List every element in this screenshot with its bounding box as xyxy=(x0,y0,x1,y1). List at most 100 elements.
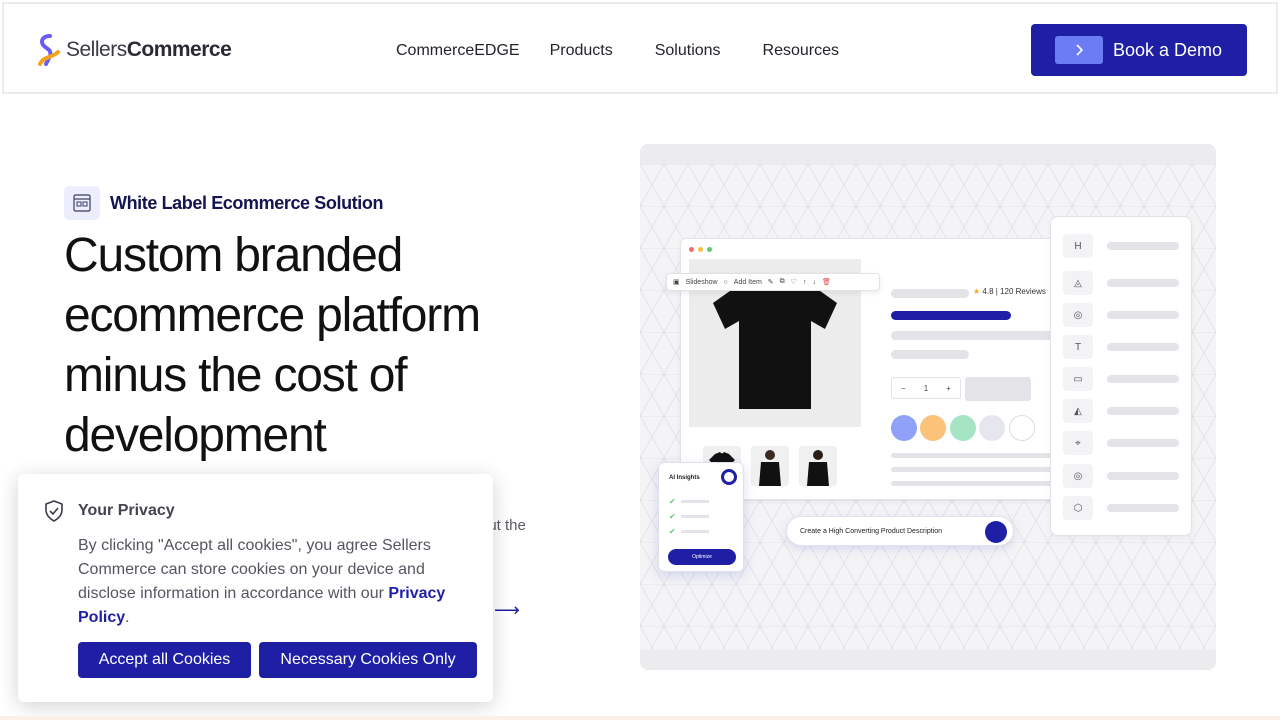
gallery-icon: ◎ xyxy=(1063,464,1093,488)
logo-text: SellersCommerce xyxy=(66,38,232,61)
storefront-icon xyxy=(64,186,100,220)
nav-resources[interactable]: Resources xyxy=(763,42,839,60)
placeholder-bar xyxy=(1107,242,1179,250)
chevron-right-icon xyxy=(1055,36,1103,64)
circle-icon: ○ xyxy=(723,278,728,286)
placeholder-bar xyxy=(1107,504,1179,512)
slideshow-icon: ▣ xyxy=(673,279,680,286)
color-swatch[interactable] xyxy=(891,415,917,441)
toolbar-slideshow[interactable]: Slideshow xyxy=(686,279,718,286)
color-swatch[interactable] xyxy=(920,415,946,441)
editor-toolbar: ▣ Slideshow ○ Add Item ✎ ⧉ ♡ ↑ ↓ 🗑 xyxy=(666,273,880,291)
qty-value: 1 xyxy=(923,383,929,393)
book-demo-button[interactable]: Book a Demo xyxy=(1031,24,1247,76)
placeholder-bar xyxy=(1107,472,1179,480)
placeholder-bar xyxy=(1107,407,1179,415)
logo-mark-icon xyxy=(38,34,60,66)
sidebar-item-text[interactable]: T xyxy=(1063,335,1181,359)
badge-label: White Label Ecommerce Solution xyxy=(110,192,384,213)
sidebar-item-shapes[interactable]: ◬ xyxy=(1063,271,1181,295)
graphic-icon: ◭ xyxy=(1063,399,1093,423)
heading-icon: H xyxy=(1063,234,1093,258)
illustration-top-bar xyxy=(640,144,1216,164)
sidebar-item-product[interactable]: ⬡ xyxy=(1063,496,1181,520)
placeholder-bar xyxy=(1107,343,1179,351)
qty-minus[interactable]: − xyxy=(901,384,906,393)
product-box-icon: ⬡ xyxy=(1063,496,1093,520)
cookie-body: By clicking "Accept all cookies", you ag… xyxy=(78,534,478,630)
page: SellersCommerce CommerceEDGE Products So… xyxy=(0,0,1280,720)
accept-all-cookies-button[interactable]: Accept all Cookies xyxy=(78,642,251,678)
color-swatch[interactable] xyxy=(1009,415,1035,441)
edit-icon[interactable]: ✎ xyxy=(768,278,774,286)
video-icon: ▭ xyxy=(1063,367,1093,391)
shapes-icon: ◬ xyxy=(1063,271,1093,295)
heart-icon[interactable]: ♡ xyxy=(791,278,797,286)
placeholder-line xyxy=(681,515,709,518)
necessary-cookies-button[interactable]: Necessary Cookies Only xyxy=(259,642,477,678)
placeholder-line xyxy=(891,467,1063,472)
quantity-stepper[interactable]: − 1 + xyxy=(891,377,961,399)
check-icon: ✔ xyxy=(669,497,676,506)
placeholder-bar xyxy=(1107,311,1179,319)
add-to-cart-placeholder xyxy=(965,377,1031,401)
cookie-body-text: By clicking "Accept all cookies", you ag… xyxy=(78,537,431,602)
hero-title: Custom branded ecommerce platform minus … xyxy=(64,229,481,462)
placeholder-bar xyxy=(891,331,1061,340)
window-dots xyxy=(689,247,712,252)
sidebar-item-graphic[interactable]: ◭ xyxy=(1063,399,1181,423)
cookie-consent-dialog: Your Privacy By clicking "Accept all coo… xyxy=(18,474,493,702)
placeholder-bar xyxy=(1107,439,1179,447)
placeholder-bar xyxy=(1107,375,1179,383)
delete-icon[interactable]: 🗑 xyxy=(822,278,831,286)
sidebar-item-gallery[interactable]: ◎ xyxy=(1063,464,1181,488)
optimize-button[interactable]: Optimize xyxy=(668,549,736,565)
illustration-bottom-bar xyxy=(640,650,1216,670)
prompt-text: Create a High Converting Product Descrip… xyxy=(800,527,943,535)
cookie-body-period: . xyxy=(125,609,130,626)
text-icon: T xyxy=(1063,335,1093,359)
send-icon[interactable] xyxy=(985,521,1007,543)
placeholder-bar xyxy=(891,289,969,298)
product-thumbnail[interactable] xyxy=(799,446,837,486)
copy-icon[interactable]: ⧉ xyxy=(780,278,785,286)
sidebar-item-media[interactable]: ◎ xyxy=(1063,303,1181,327)
nav-commerceedge[interactable]: CommerceEDGE xyxy=(396,42,520,60)
sidebar-item-location[interactable]: ⌖ xyxy=(1063,431,1181,455)
ai-insights-card: AI Insights ✔ ✔ ✔ Optimize xyxy=(658,462,744,572)
hero-badge: White Label Ecommerce Solution xyxy=(64,186,383,220)
location-pin-icon: ⌖ xyxy=(1063,431,1093,455)
site-header: SellersCommerce CommerceEDGE Products So… xyxy=(2,2,1278,94)
placeholder-line xyxy=(891,453,1063,458)
arrow-right-icon[interactable]: ⟶ xyxy=(494,600,520,621)
qty-plus[interactable]: + xyxy=(946,384,951,393)
product-thumbnail[interactable] xyxy=(751,446,789,486)
color-swatch[interactable] xyxy=(950,415,976,441)
check-icon: ✔ xyxy=(669,512,676,521)
ai-insights-title: AI Insights xyxy=(669,475,700,481)
placeholder-bar xyxy=(1107,279,1179,287)
bottom-strip xyxy=(0,716,1280,720)
sidebar-item-heading[interactable]: H xyxy=(1063,234,1181,258)
sidebar-item-video[interactable]: ▭ xyxy=(1063,367,1181,391)
toolbar-add-item[interactable]: Add Item xyxy=(734,279,762,286)
title-bar xyxy=(891,311,1011,320)
element-sidebar: H ◬ ◎ T ▭ ◭ ⌖ ◎ ⬡ xyxy=(1050,216,1192,536)
placeholder-bar xyxy=(891,350,969,359)
color-swatch[interactable] xyxy=(979,415,1005,441)
nav-solutions[interactable]: Solutions xyxy=(655,42,721,60)
shield-check-icon xyxy=(45,500,63,522)
rating-text: ★ 4.8 | 120 Reviews xyxy=(973,287,1046,296)
logo[interactable]: SellersCommerce xyxy=(36,34,232,66)
book-demo-label: Book a Demo xyxy=(1113,39,1223,60)
main-nav: CommerceEDGE Products Solutions Resource… xyxy=(396,42,839,60)
nav-products[interactable]: Products xyxy=(550,42,613,60)
placeholder-line xyxy=(891,481,1063,486)
arrow-up-icon[interactable]: ↑ xyxy=(803,279,807,286)
arrow-down-icon[interactable]: ↓ xyxy=(812,279,816,286)
check-icon: ✔ xyxy=(669,527,676,536)
hero-illustration: ★ 4.8 | 120 Reviews − 1 + ▣ Slideshow ○ … xyxy=(640,144,1216,670)
media-icon: ◎ xyxy=(1063,303,1093,327)
ai-prompt-bar[interactable]: Create a High Converting Product Descrip… xyxy=(786,516,1014,546)
ai-status-icon xyxy=(721,469,737,485)
